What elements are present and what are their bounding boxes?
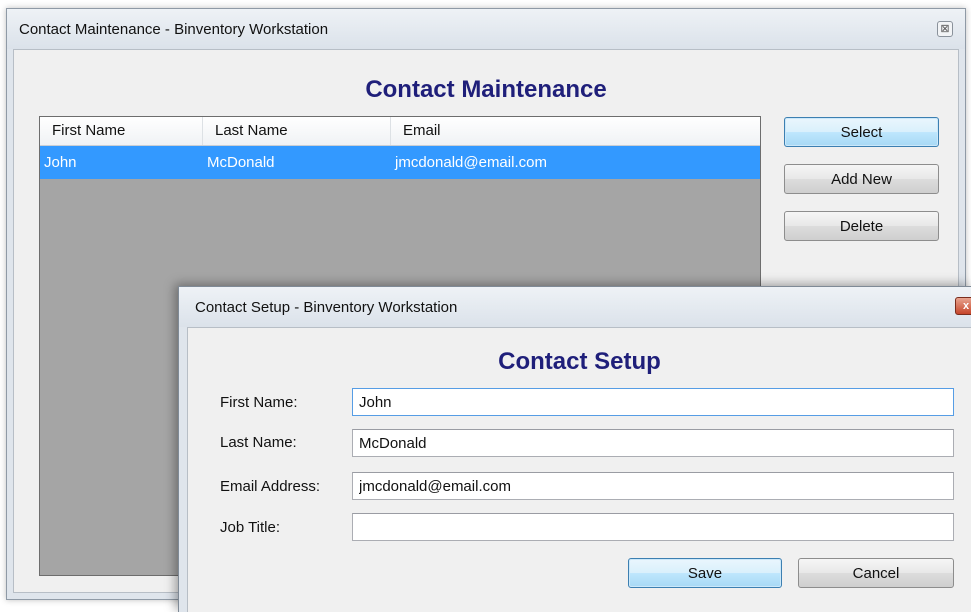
select-button[interactable]: Select	[784, 117, 939, 147]
job-title-label: Job Title:	[220, 519, 281, 536]
contact-setup-dialog: Contact Setup - Binventory Workstation x…	[178, 286, 971, 612]
list-header: First Name Last Name Email	[40, 117, 760, 146]
dialog-close-icon[interactable]: x	[955, 297, 971, 315]
save-button[interactable]: Save	[628, 558, 782, 588]
main-heading: Contact Maintenance	[365, 76, 607, 103]
main-close-icon[interactable]: ⊠	[937, 21, 953, 37]
first-name-field[interactable]	[352, 388, 954, 416]
cell-last-name: McDonald	[207, 154, 275, 171]
email-address-field[interactable]	[352, 472, 954, 500]
column-header-last-name[interactable]: Last Name	[203, 117, 391, 145]
column-header-first-name[interactable]: First Name	[40, 117, 203, 145]
main-window-title: Contact Maintenance - Binventory Worksta…	[19, 21, 329, 38]
first-name-label: First Name:	[220, 394, 298, 411]
email-address-label: Email Address:	[220, 478, 321, 495]
cell-first-name: John	[44, 154, 77, 171]
dialog-client-area: Contact Setup First Name: Last Name: Ema…	[187, 327, 971, 612]
delete-button[interactable]: Delete	[784, 211, 939, 241]
cancel-button[interactable]: Cancel	[798, 558, 954, 588]
cell-email: jmcdonald@email.com	[395, 154, 547, 171]
last-name-field[interactable]	[352, 429, 954, 457]
job-title-field[interactable]	[352, 513, 954, 541]
last-name-label: Last Name:	[220, 434, 297, 451]
dialog-heading: Contact Setup	[498, 348, 661, 375]
table-row[interactable]: John McDonald jmcdonald@email.com	[40, 146, 760, 179]
dialog-title: Contact Setup - Binventory Workstation	[195, 299, 458, 316]
column-header-email[interactable]: Email	[391, 117, 760, 145]
dialog-title-bar[interactable]: Contact Setup - Binventory Workstation x	[179, 287, 971, 327]
main-title-bar[interactable]: Contact Maintenance - Binventory Worksta…	[7, 9, 965, 49]
add-new-button[interactable]: Add New	[784, 164, 939, 194]
